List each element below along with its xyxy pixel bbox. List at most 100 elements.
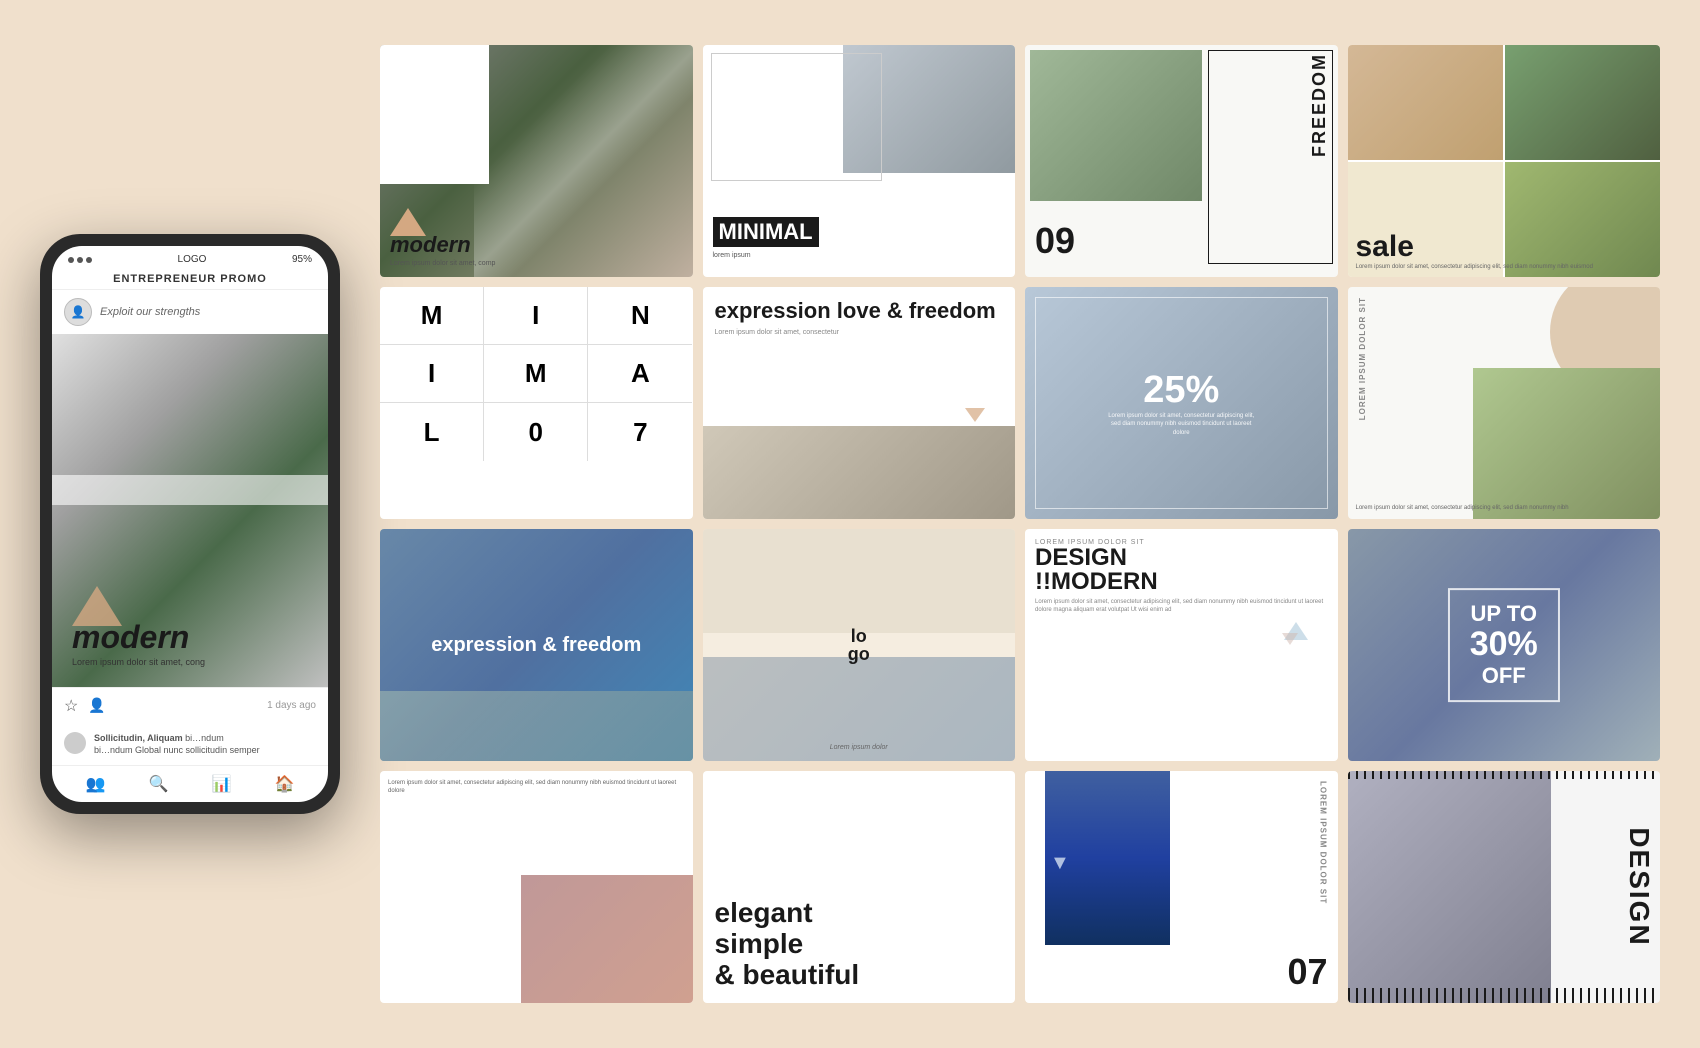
letter-M: M	[380, 287, 484, 345]
phone-comment: Sollicitudin, Aliquam bi…ndum bi…ndum Gl…	[52, 724, 328, 765]
phone-mockup: LOGO 95% ENTREPRENEUR PROMO 👤 Exploit ou…	[40, 234, 340, 814]
template-25percent[interactable]: 25% Lorem ipsum dolor sit amet, consecte…	[1025, 287, 1338, 519]
phone-logo-label: LOGO	[178, 254, 207, 265]
template-minimal-frame	[711, 53, 883, 181]
template-design-text: Lorem ipsum dolor sit amet, consectetur …	[1035, 598, 1328, 615]
phone-lorem-subtitle: Lorem ipsum dolor sit amet, cong	[72, 657, 205, 667]
template-sale-overlay: sale Lorem ipsum dolor sit amet, consect…	[1356, 230, 1593, 272]
template-upto[interactable]: UP TO 30% OFF	[1348, 529, 1661, 761]
template-07-number: 07	[1287, 951, 1327, 993]
template-design-triangle2	[1282, 633, 1298, 645]
comment-text: Sollicitudin, Aliquam bi…ndum bi…ndum Gl…	[94, 732, 260, 757]
phone-signal-dots	[68, 257, 92, 263]
comment-avatar	[64, 732, 86, 754]
comment-username: Sollicitudin, Aliquam	[94, 733, 183, 743]
phone-battery: 95%	[292, 254, 312, 265]
template-lorem-circle[interactable]: LOREM IPSUM DOLOR SIT Lorem ipsum dolor …	[1348, 287, 1661, 519]
upto-line2: 30%	[1470, 625, 1538, 663]
phone-status-bar: LOGO 95%	[52, 246, 328, 269]
template-modern[interactable]: modern Lorem ipsum dolor sit amet, comp	[380, 45, 693, 277]
template-sale-title: sale	[1356, 230, 1593, 264]
letter-L: L	[380, 403, 484, 461]
nav-stats-icon[interactable]: 📊	[212, 774, 232, 794]
template-elegant-text: elegantsimple& beautiful	[715, 898, 860, 990]
template-modern-overlay	[474, 45, 693, 277]
template-freedom-word: FREEDOM	[1309, 53, 1330, 157]
template-design-title: DESIGN!!MODERN	[1035, 546, 1328, 594]
template-expr-freedom[interactable]: expression & freedom	[380, 529, 693, 761]
template-freedom-photo	[1030, 50, 1202, 201]
template-sale-text: Lorem ipsum dolor sit amet, consectetur …	[1356, 264, 1593, 272]
template-design-vert[interactable]: DESIGN	[1348, 771, 1661, 1003]
phone-timestamp: 1 days ago	[267, 700, 316, 711]
comment-body: bi…ndum Global nunc sollicitudin semper	[94, 745, 260, 755]
template-upto-box: UP TO 30% OFF	[1448, 588, 1560, 702]
template-design-vert-lines-top	[1348, 771, 1661, 779]
letter-I: I	[484, 287, 588, 345]
phone-user-row: 👤 Exploit our strengths	[52, 290, 328, 334]
nav-people-icon[interactable]: 👥	[86, 774, 106, 794]
template-25-text: Lorem ipsum dolor sit amet, consectetur …	[1103, 412, 1259, 437]
template-circle-subtitle: Lorem ipsum dolor sit amet, consectetur …	[1356, 505, 1569, 511]
letter-0: 0	[484, 403, 588, 461]
template-expression-subtitle: Lorem ipsum dolor sit amet, consectetur	[715, 329, 1004, 336]
upto-line1: UP TO	[1471, 601, 1537, 626]
templates-grid: modern Lorem ipsum dolor sit amet, comp …	[380, 45, 1660, 1003]
template-minimal2[interactable]: M I N I M A L 0 7	[380, 287, 693, 519]
template-design-vert-photo	[1348, 771, 1551, 1003]
template-expression-title: expression love & freedom	[715, 299, 1004, 323]
template-expr-freedom-text: expression & freedom	[431, 633, 641, 657]
template-elegant[interactable]: elegantsimple& beautiful	[703, 771, 1016, 1003]
letter-I2: I	[380, 345, 484, 403]
template-upto-text: UP TO 30% OFF	[1470, 602, 1538, 688]
template-modern-title: modern	[390, 232, 495, 258]
phone-screen: LOGO 95% ENTREPRENEUR PROMO 👤 Exploit ou…	[52, 246, 328, 802]
template-expression[interactable]: expression love & freedom Lorem ipsum do…	[703, 287, 1016, 519]
signal-dot-3	[86, 257, 92, 263]
phone-app-title: ENTREPRENEUR PROMO	[52, 269, 328, 290]
letter-A: A	[588, 345, 692, 403]
template-expr-freedom-overlay	[380, 691, 693, 761]
person-icon[interactable]: 👤	[88, 697, 105, 714]
nav-home-icon[interactable]: 🏠	[275, 774, 295, 794]
letter-7: 7	[588, 403, 692, 461]
template-lorem-pink-photo	[521, 875, 693, 1003]
template-minimal[interactable]: MINIMAL lorem ipsum	[703, 45, 1016, 277]
template-25-number: 25%	[1103, 369, 1259, 412]
template-design-modern[interactable]: LOREM IPSUM DOLOR SIT DESIGN!!MODERN Lor…	[1025, 529, 1338, 761]
upto-line3: OFF	[1482, 663, 1526, 688]
template-freedom[interactable]: FREEDOM 09	[1025, 45, 1338, 277]
phone-image-overlay: modern Lorem ipsum dolor sit amet, cong	[72, 586, 205, 667]
nav-search-icon[interactable]: 🔍	[149, 774, 169, 794]
template-minimal-subtitle: lorem ipsum	[713, 252, 751, 259]
template-circle-photo	[1473, 368, 1661, 519]
template-logo-center[interactable]: logo Lorem ipsum dolor	[703, 529, 1016, 761]
template-lorem-pink-text: Lorem ipsum dolor sit amet, consectetur …	[380, 771, 693, 804]
template-modern-subtitle: Lorem ipsum dolor sit amet, comp	[390, 260, 495, 267]
template-sale-photo2	[1505, 45, 1660, 160]
phone-nav-bar: 👥 🔍 📊 🏠	[52, 765, 328, 802]
signal-dot-1	[68, 257, 74, 263]
main-container: LOGO 95% ENTREPRENEUR PROMO 👤 Exploit ou…	[40, 20, 1660, 1028]
template-logo-subtitle: Lorem ipsum dolor	[830, 744, 888, 751]
template-circle-label: LOREM IPSUM DOLOR SIT	[1358, 297, 1367, 420]
letter-M2: M	[484, 345, 588, 403]
template-minimal-title: MINIMAL	[713, 217, 819, 247]
phone-avatar: 👤	[64, 298, 92, 326]
bookmark-icon[interactable]: ☆	[64, 696, 78, 716]
template-lorem-pink[interactable]: Lorem ipsum dolor sit amet, consectetur …	[380, 771, 693, 1003]
template-sale-photo1	[1348, 45, 1503, 160]
signal-dot-2	[77, 257, 83, 263]
template-design-vert-title: DESIGN	[1623, 827, 1655, 946]
phone-actions-bar: ☆ 👤 1 days ago	[52, 687, 328, 724]
template-design-vert-lines-bottom	[1348, 988, 1661, 1003]
template-modern-content: modern Lorem ipsum dolor sit amet, comp	[390, 208, 495, 267]
template-07[interactable]: LOREM IPSUM DOLOR SIT 07 ▼	[1025, 771, 1338, 1003]
letter-N: N	[588, 287, 692, 345]
template-logo-photo-top	[703, 529, 1016, 633]
template-07-arrow: ▼	[1050, 852, 1070, 875]
template-expression-photo	[703, 426, 1016, 519]
phone-triangle-icon	[72, 586, 122, 626]
phone-feed-image: modern Lorem ipsum dolor sit amet, cong	[52, 334, 328, 687]
template-sale[interactable]: sale Lorem ipsum dolor sit amet, consect…	[1348, 45, 1661, 277]
